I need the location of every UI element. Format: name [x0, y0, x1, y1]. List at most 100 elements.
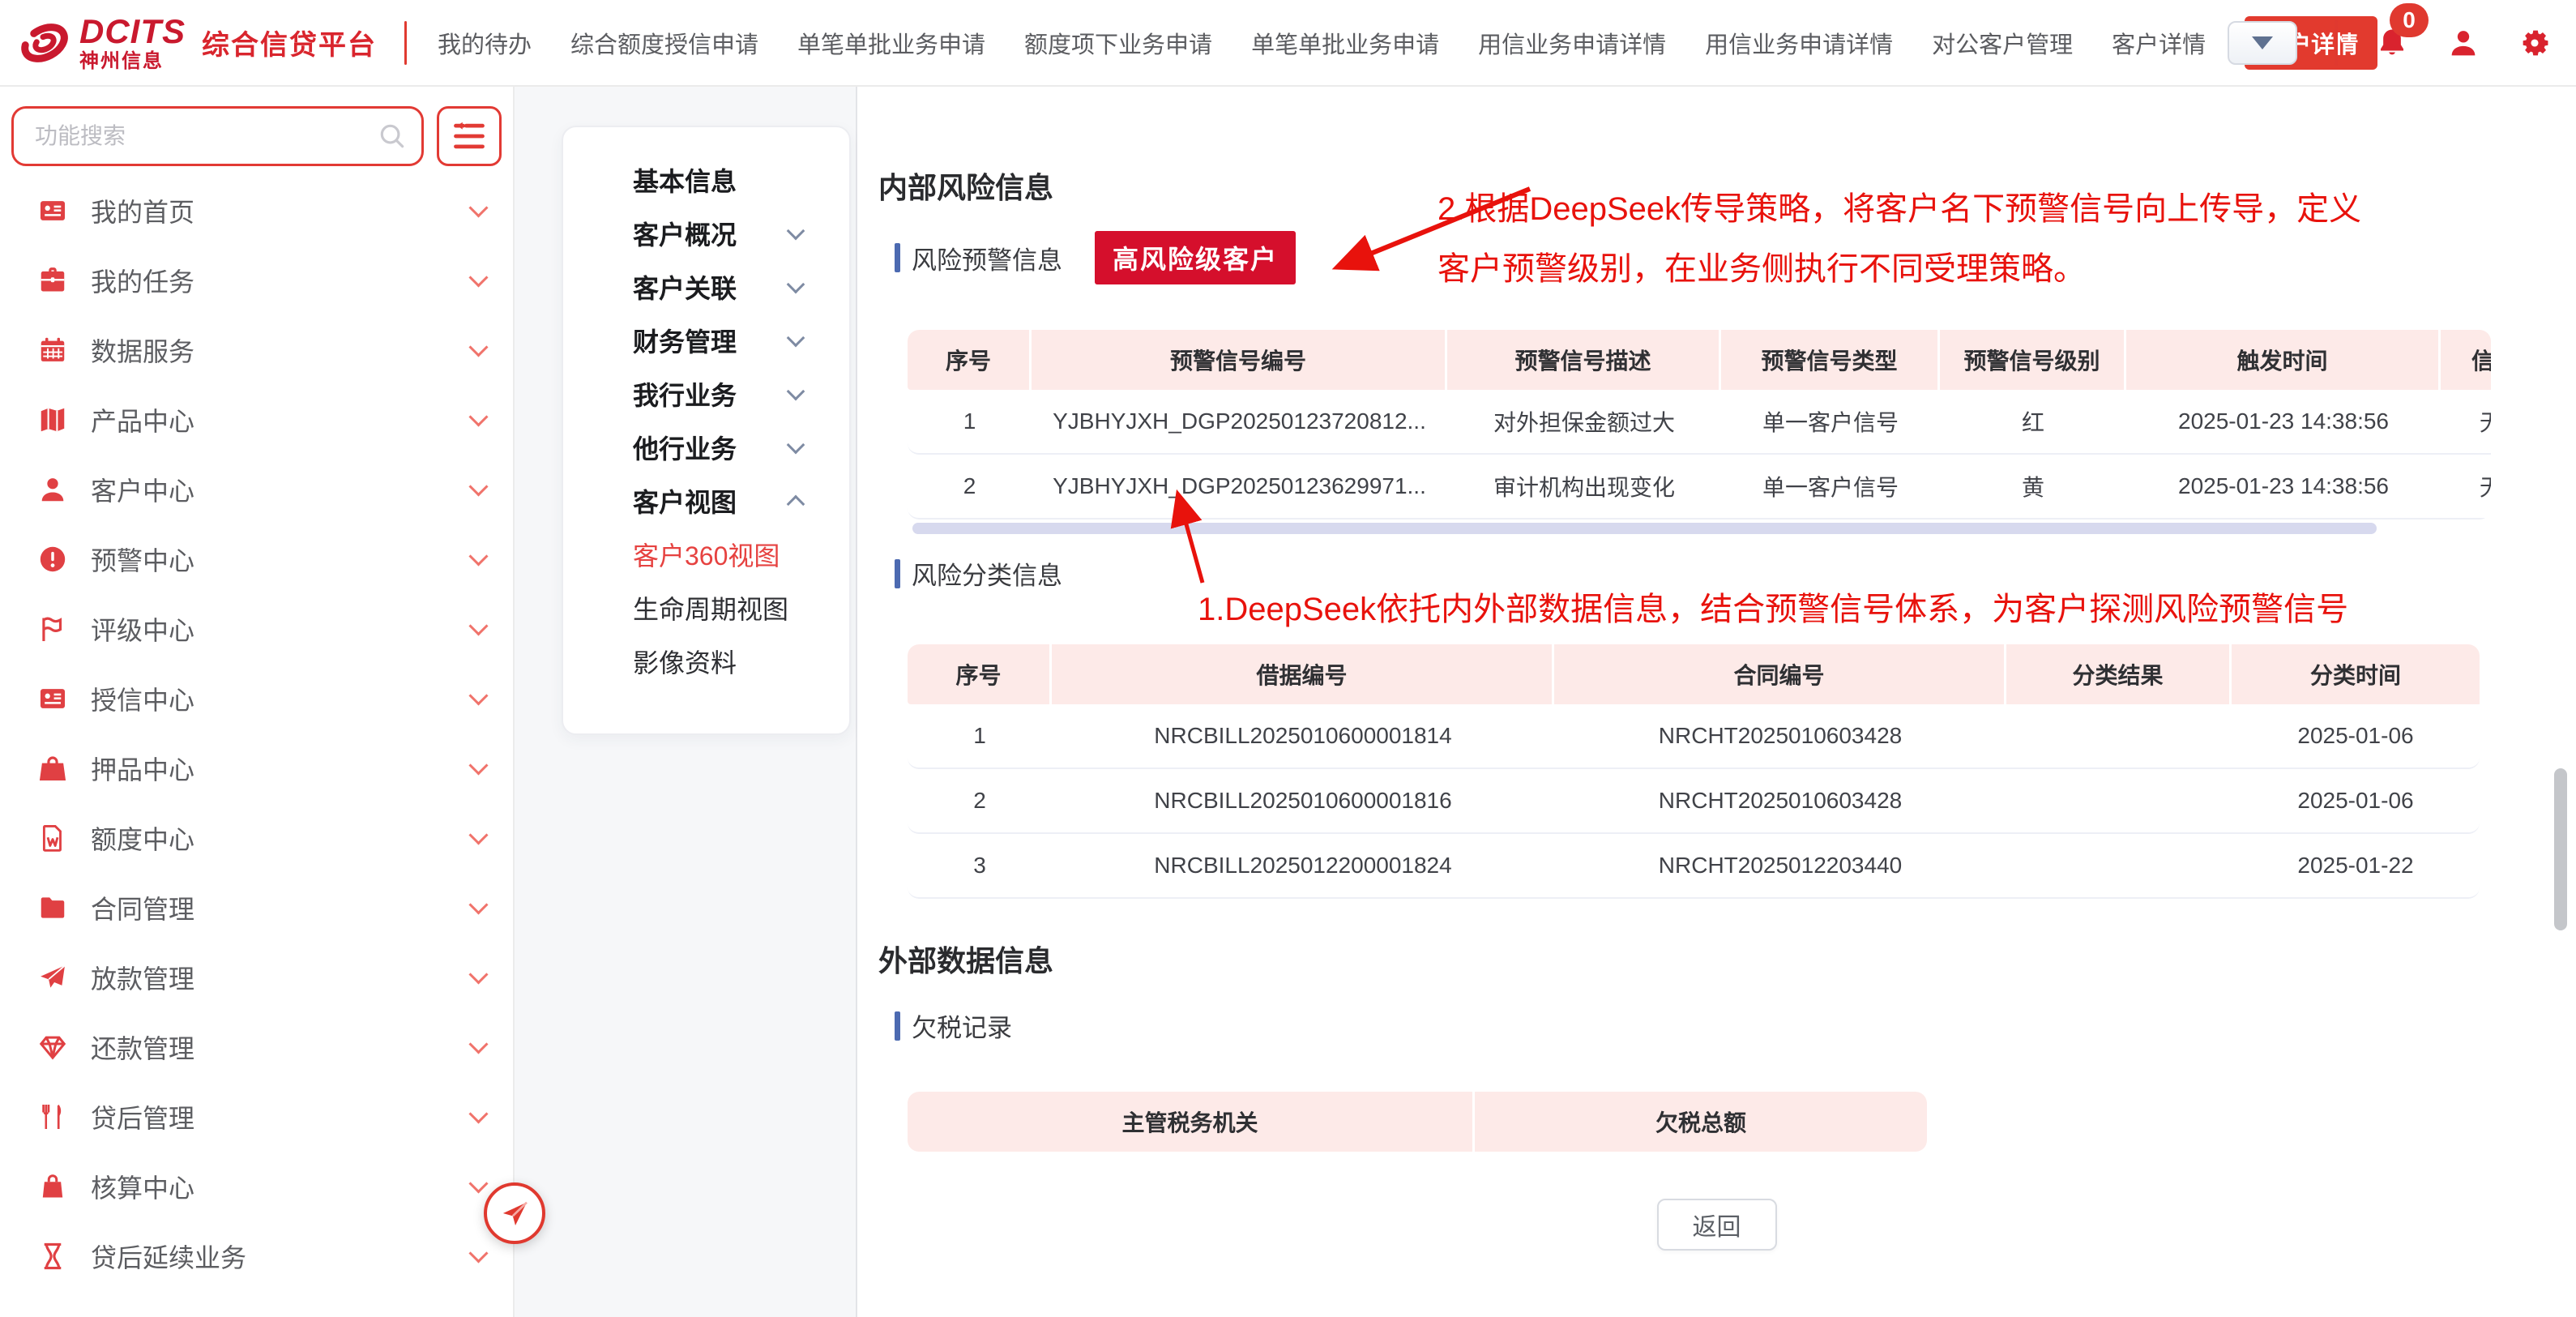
sidebar-item[interactable]: 我的首页	[0, 176, 513, 246]
table-cell: 2025-01-06	[2232, 704, 2480, 768]
customer-menu-item[interactable]: 影像资料	[563, 635, 849, 688]
annotation-step2: 2.根据DeepSeek传导策略，将客户名下预警信号向上传导，定义 客户预警级别…	[1438, 179, 2361, 299]
nav-more-button[interactable]	[2228, 21, 2297, 65]
panel-toggle-button[interactable]	[484, 1182, 545, 1244]
table-row[interactable]: 2NRCBILL2025010600001816NRCHT20250106034…	[908, 769, 2480, 834]
section-bar	[895, 559, 900, 588]
top-nav-item[interactable]: 单笔单批业务申请	[1251, 26, 1439, 60]
sidebar-item-label: 预警中心	[91, 541, 472, 578]
sidebar-item[interactable]: 押品中心	[0, 733, 513, 803]
chevron-down-icon	[468, 267, 488, 287]
table-cell	[2006, 834, 2232, 897]
sidebar-item[interactable]: 额度中心	[0, 803, 513, 873]
sidebar-item[interactable]: 合同管理	[0, 873, 513, 943]
table-cell: YJBHYJXH_DGP20250123720812...	[1032, 390, 1447, 453]
customer-menu-item[interactable]: 我行业务	[563, 367, 849, 421]
sidebar-item[interactable]: 贷后管理	[0, 1082, 513, 1152]
customer-menu-item-label: 客户概况	[633, 215, 789, 252]
table-cell: 2025-01-22	[2232, 834, 2480, 897]
customer-menu-item[interactable]: 客户关联	[563, 260, 849, 314]
notification-count-badge: 0	[2390, 3, 2429, 37]
top-nav-item[interactable]: 单笔单批业务申请	[797, 26, 985, 60]
sidebar-item[interactable]: 数据服务	[0, 315, 513, 385]
top-nav-item[interactable]: 客户详情	[2112, 26, 2206, 60]
table-row[interactable]: 3NRCBILL2025012200001824NRCHT20250122034…	[908, 834, 2480, 899]
sidebar-item[interactable]: 还款管理	[0, 1012, 513, 1082]
customer-menu-item[interactable]: 生命周期视图	[563, 581, 849, 635]
top-header: DCITS 神州信息 综合信贷平台 我的待办综合额度授信申请单笔单批业务申请额度…	[0, 0, 2576, 87]
horizontal-scrollbar-thumb[interactable]	[912, 523, 2377, 534]
table-header-cell: 主管税务机关	[908, 1092, 1475, 1152]
risk-classification-table: 序号借据编号合同编号分类结果分类时间1NRCBILL20250106000018…	[908, 644, 2480, 899]
sidebar-item[interactable]: 核算中心	[0, 1152, 513, 1221]
chevron-down-icon	[468, 407, 488, 426]
chevron-down-icon	[468, 755, 488, 775]
table-row[interactable]: 1YJBHYJXH_DGP20250123720812...对外担保金额过大单一…	[908, 390, 2491, 455]
table-header-cell: 预警信号描述	[1447, 330, 1721, 390]
bag-icon	[37, 1171, 68, 1202]
sidebar-item-label: 放款管理	[91, 959, 472, 996]
user-icon[interactable]	[2446, 26, 2480, 60]
sidebar-item[interactable]: 评级中心	[0, 594, 513, 664]
sidebar-item[interactable]: 产品中心	[0, 385, 513, 455]
table-header-cell: 序号	[908, 644, 1052, 704]
diamond-icon	[37, 1032, 68, 1063]
vertical-scrollbar-thumb[interactable]	[2554, 768, 2567, 930]
table-row[interactable]: 1NRCBILL2025010600001814NRCHT20250106034…	[908, 704, 2480, 769]
customer-menu-item[interactable]: 客户概况	[563, 207, 849, 260]
customer-menu-item-label: 客户360视图	[633, 536, 802, 573]
sidebar-item-label: 客户中心	[91, 471, 472, 508]
table-cell	[2006, 769, 2232, 832]
sidebar-collapse-button[interactable]	[437, 106, 502, 166]
search-icon	[377, 121, 408, 152]
tax-arrears-table: 主管税务机关欠税总额	[908, 1092, 1927, 1152]
customer-menu-item[interactable]: 财务管理	[563, 314, 849, 367]
chevron-down-icon	[787, 276, 805, 294]
idcard-icon	[37, 195, 68, 226]
top-nav-item[interactable]: 额度项下业务申请	[1024, 26, 1212, 60]
table-header-cell: 分类时间	[2232, 644, 2480, 704]
sidebar-item-label: 贷后延续业务	[91, 1238, 472, 1275]
chevron-down-icon	[468, 337, 488, 357]
chevron-down-icon	[468, 198, 488, 217]
sidebar-item-label: 我的任务	[91, 262, 472, 299]
customer-menu-item[interactable]: 基本信息	[563, 153, 849, 207]
top-nav-item[interactable]: 用信业务申请详情	[1478, 26, 1666, 60]
sidebar-item-label: 核算中心	[91, 1168, 472, 1205]
warning-section-title: 风险预警信息	[912, 240, 1062, 276]
notifications-button[interactable]: 0	[2375, 26, 2409, 60]
sidebar-item[interactable]: 放款管理	[0, 943, 513, 1012]
sidebar-item[interactable]: 预警中心	[0, 524, 513, 594]
chevron-down-icon	[468, 546, 488, 566]
customer-menu-card: 基本信息客户概况客户关联财务管理我行业务他行业务客户视图客户360视图生命周期视…	[562, 126, 851, 735]
sidebar-item[interactable]: 授信中心	[0, 664, 513, 733]
table-header-cell: 合同编号	[1554, 644, 2006, 704]
customer-menu-item[interactable]: 他行业务	[563, 421, 849, 474]
customer-menu-item-label: 我行业务	[633, 375, 789, 413]
sidebar-menu: 我的首页我的任务数据服务产品中心客户中心预警中心评级中心授信中心押品中心额度中心…	[0, 176, 513, 1291]
header-right: 0	[2228, 20, 2552, 66]
chevron-down-icon	[468, 1243, 488, 1263]
back-button[interactable]: 返回	[1657, 1199, 1777, 1251]
customer-menu-item[interactable]: 客户视图	[563, 474, 849, 528]
customer-menu-item[interactable]: 客户360视图	[563, 528, 849, 581]
search-input[interactable]	[11, 106, 424, 166]
top-nav-item[interactable]: 我的待办	[438, 26, 532, 60]
table-cell: 黄	[1940, 455, 2126, 518]
handbag-icon	[37, 753, 68, 784]
outdent-icon	[451, 118, 487, 154]
table-cell: 2	[908, 455, 1032, 518]
customer-menu-item-label: 他行业务	[633, 429, 789, 466]
top-nav-item[interactable]: 用信业务申请详情	[1705, 26, 1893, 60]
chevron-down-icon	[787, 329, 805, 348]
sidebar-item[interactable]: 我的任务	[0, 246, 513, 315]
table-row[interactable]: 2YJBHYJXH_DGP20250123629971...审计机构出现变化单一…	[908, 455, 2491, 520]
gear-icon[interactable]	[2518, 26, 2552, 60]
chevron-down-icon	[468, 1174, 488, 1193]
chevron-down-icon	[787, 436, 805, 455]
top-nav-item[interactable]: 综合额度授信申请	[570, 26, 758, 60]
chevron-down-icon	[787, 222, 805, 241]
sidebar-item[interactable]: 客户中心	[0, 455, 513, 524]
top-nav-item[interactable]: 对公客户管理	[1932, 26, 2073, 60]
sidebar-item[interactable]: 贷后延续业务	[0, 1221, 513, 1291]
